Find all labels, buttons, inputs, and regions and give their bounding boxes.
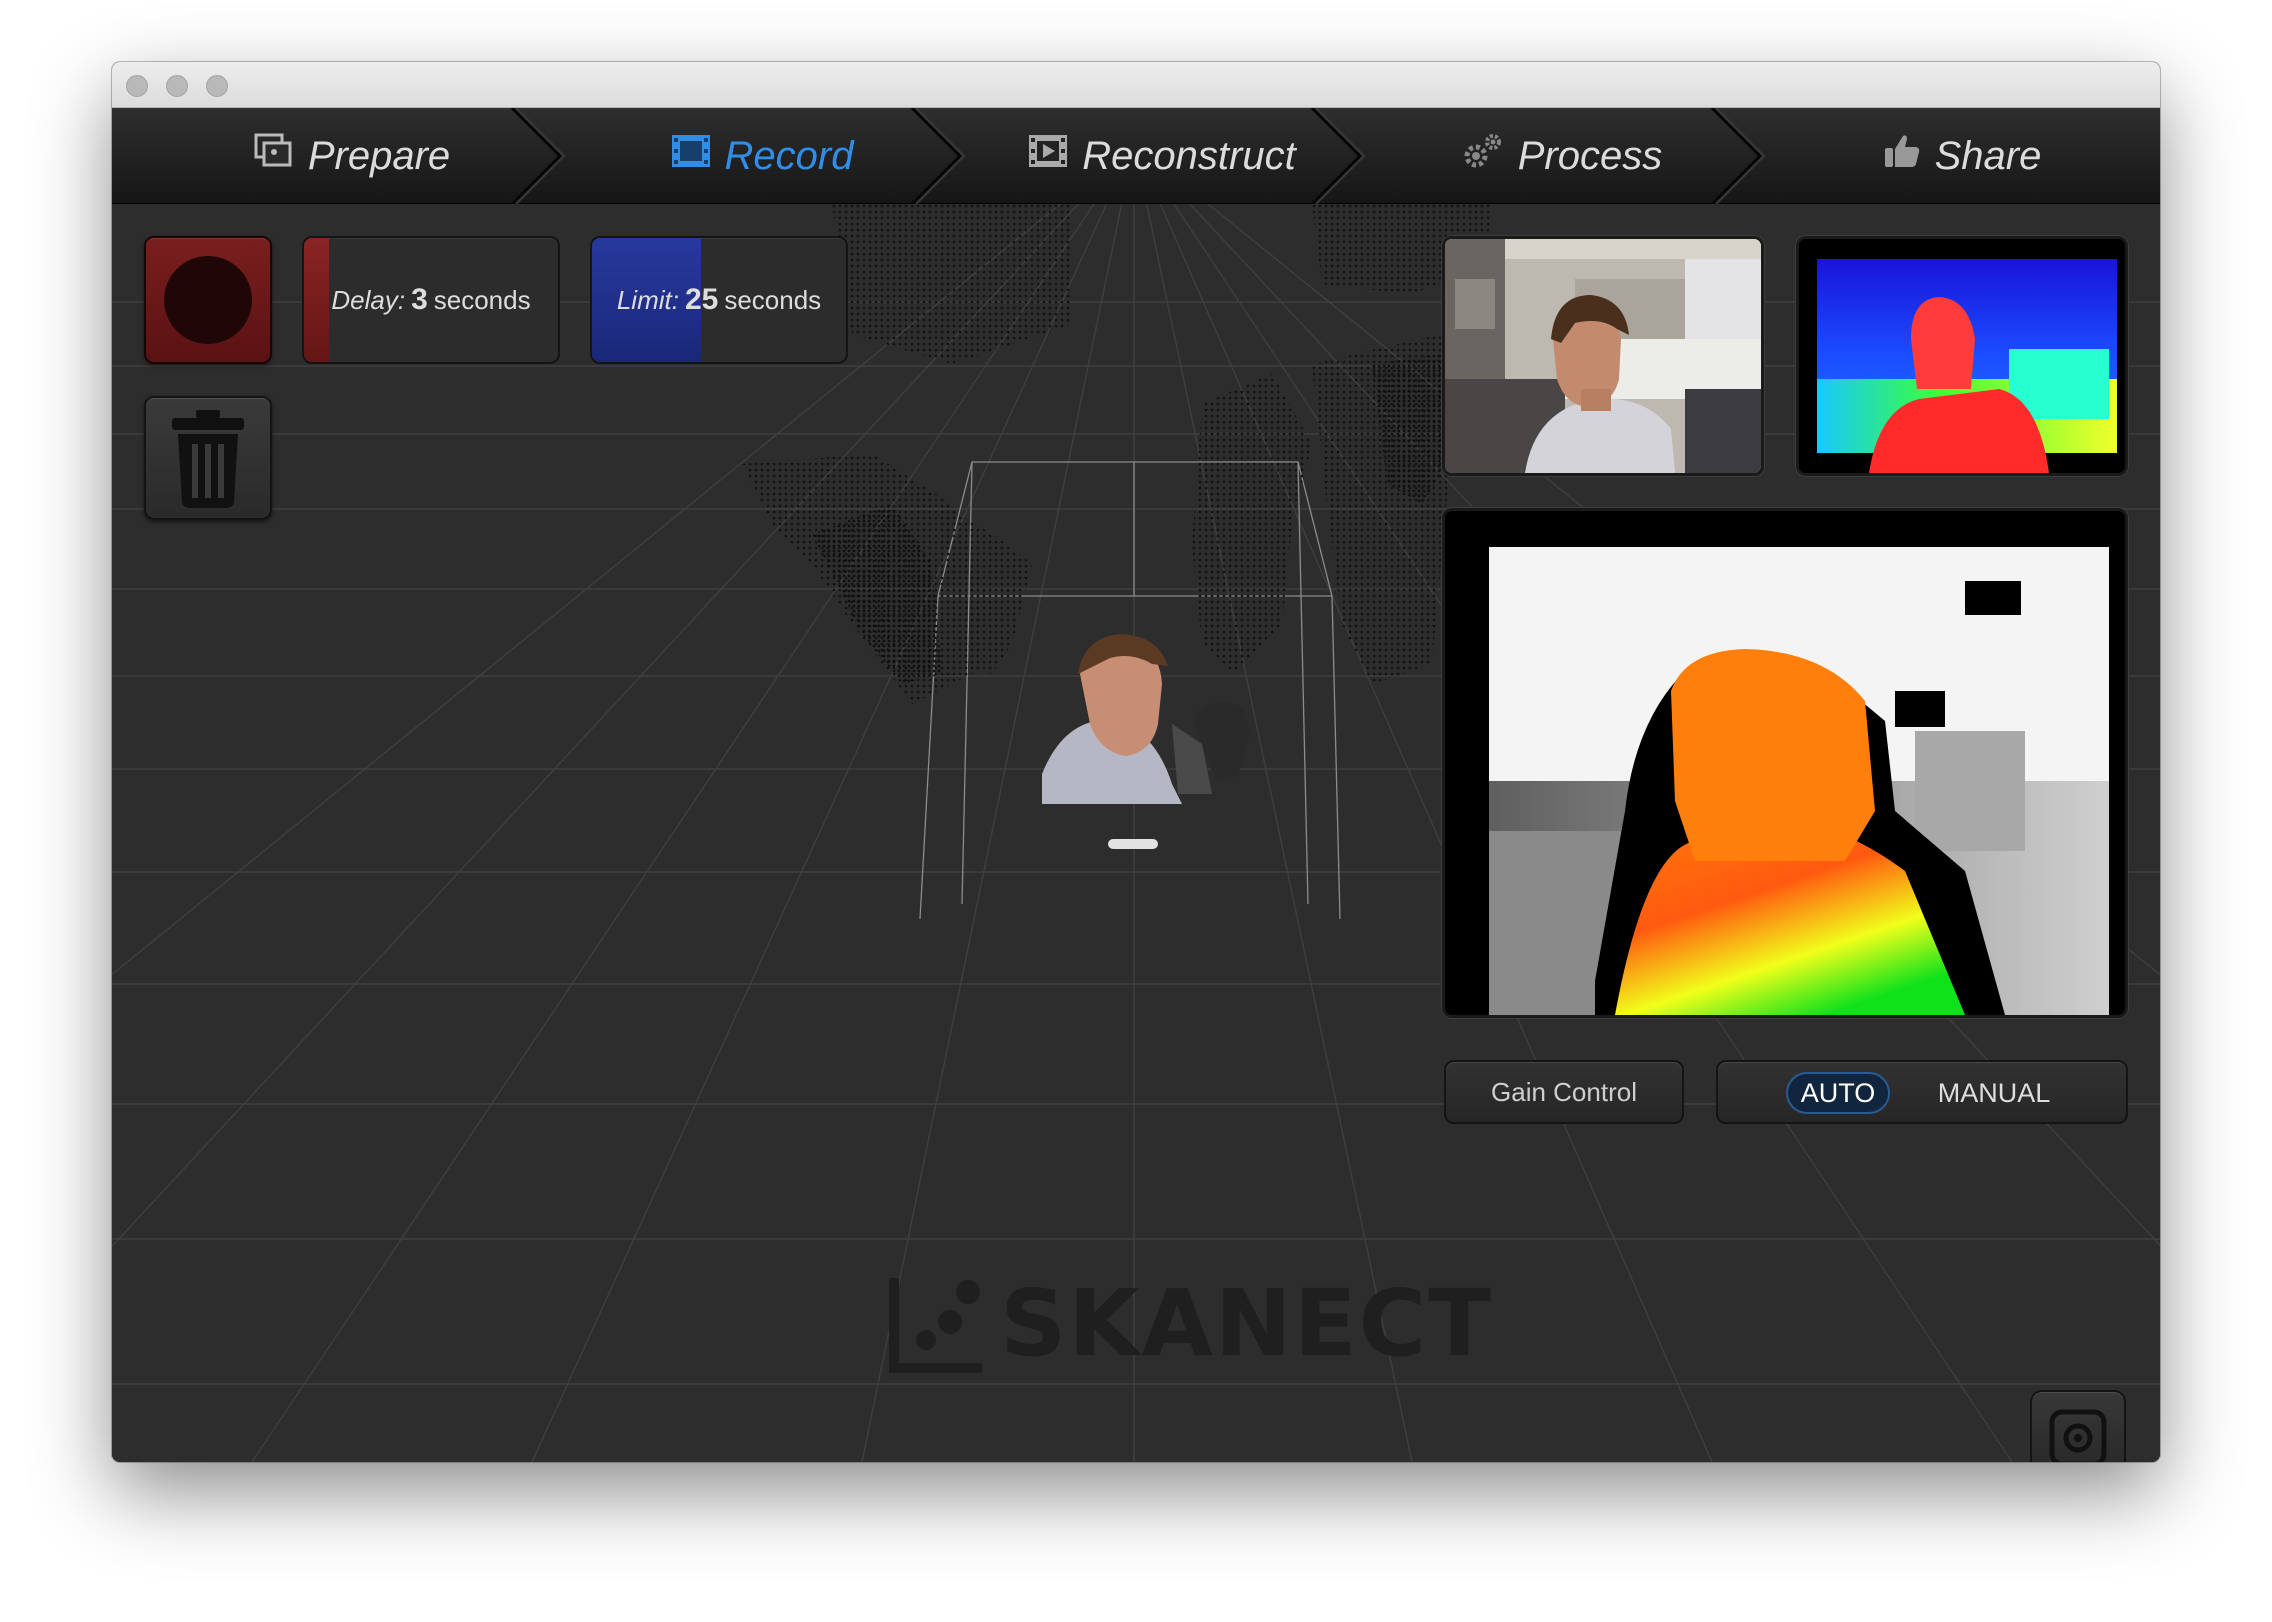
skanect-logo-mark [889, 1277, 982, 1373]
limit-unit: seconds [724, 284, 822, 315]
gain-control-label: Gain Control [1444, 1060, 1684, 1124]
tab-reconstruct[interactable]: Reconstruct [992, 108, 1332, 204]
tab-share[interactable]: Share [1812, 108, 2112, 204]
tab-process-label: Process [1517, 133, 1663, 178]
film-frame-icon [671, 133, 711, 179]
gears-icon [1462, 132, 1504, 180]
delay-label: Delay: [331, 284, 406, 315]
zoom-window-button[interactable] [206, 75, 228, 97]
skanect-logo-text: SKANECT [1000, 1270, 1493, 1377]
gain-mode-toggle[interactable]: AUTO MANUAL [1716, 1060, 2128, 1124]
app-window: Prepare Record Reconstruct Process Share [112, 62, 2160, 1462]
camera-position-marker [1108, 839, 1158, 849]
record-circle-icon [164, 256, 252, 344]
tab-prepare-label: Prepare [307, 133, 451, 178]
film-strip-icon [1028, 133, 1068, 179]
workflow-tab-bar: Prepare Record Reconstruct Process Share [112, 108, 2160, 204]
gain-manual-option[interactable]: MANUAL [1914, 1072, 2074, 1114]
tab-record[interactable]: Record [612, 108, 912, 204]
trash-icon [172, 410, 244, 508]
skanect-logo: SKANECT [888, 1270, 1493, 1377]
record-button[interactable] [144, 236, 272, 364]
limit-value: 25 [684, 283, 719, 316]
tab-reconstruct-label: Reconstruct [1082, 133, 1296, 178]
tab-prepare[interactable]: Prepare [202, 108, 502, 204]
depth-grayscale-view [1442, 508, 2128, 1018]
delay-value: 3 [411, 283, 428, 316]
limit-label: Limit: [616, 284, 679, 315]
delay-slider[interactable]: Delay: 3 seconds [302, 236, 560, 364]
depth-rainbow-view [1796, 236, 2128, 476]
limit-slider[interactable]: Limit: 25 seconds [590, 236, 848, 364]
trash-button[interactable] [144, 396, 272, 520]
gain-auto-option[interactable]: AUTO [1786, 1072, 1890, 1114]
thumbs-up-icon [1883, 133, 1921, 179]
snapshot-button[interactable] [2030, 1390, 2126, 1462]
tab-share-label: Share [1934, 133, 2042, 178]
3d-viewport[interactable]: Delay: 3 seconds Limit: 25 seconds Gain … [112, 204, 2160, 1462]
title-bar [112, 62, 2160, 108]
delay-unit: seconds [433, 284, 531, 315]
photos-icon [254, 133, 294, 179]
minimize-window-button[interactable] [166, 75, 188, 97]
tab-process[interactable]: Process [1412, 108, 1712, 204]
tab-record-label: Record [724, 133, 854, 178]
color-camera-view [1442, 236, 1764, 476]
close-window-button[interactable] [126, 75, 148, 97]
camera-snapshot-icon [2049, 1409, 2107, 1462]
